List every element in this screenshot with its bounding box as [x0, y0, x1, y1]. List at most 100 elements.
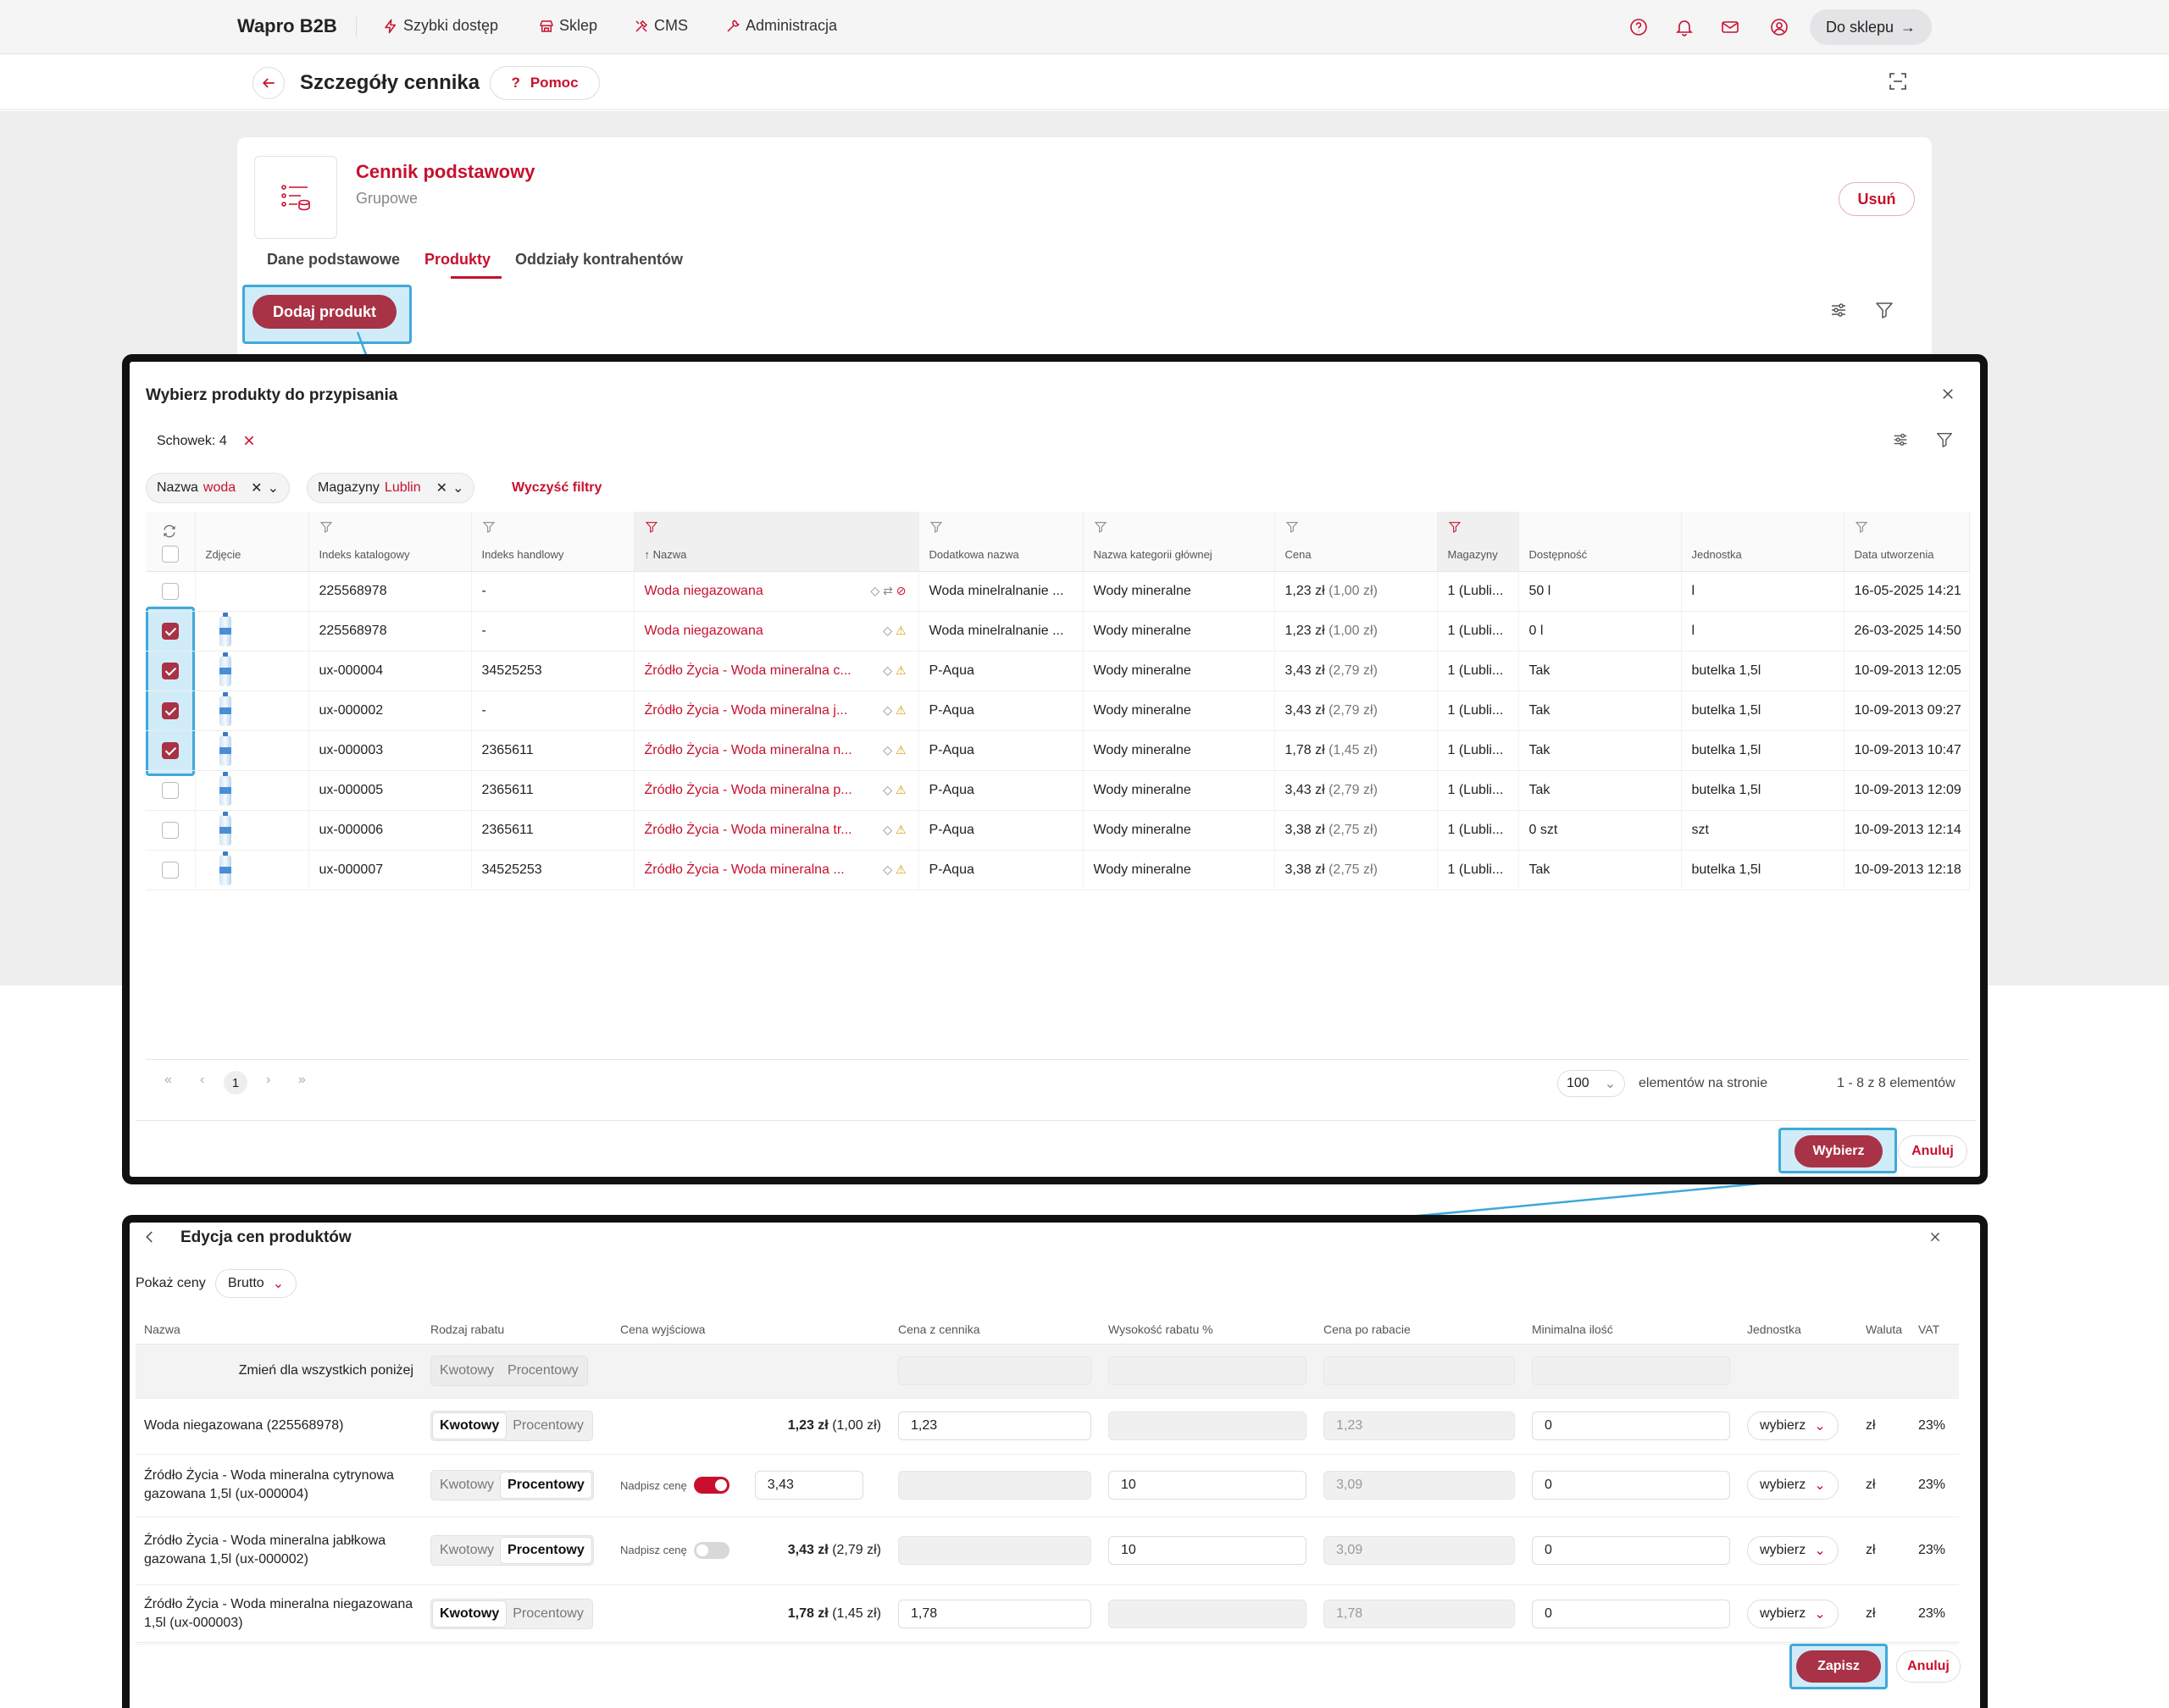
- show-prices-select[interactable]: Brutto ⌄: [215, 1269, 297, 1298]
- row-action-icons[interactable]: ◇ ⚠: [883, 743, 906, 757]
- remove-filter-icon[interactable]: ✕: [251, 480, 262, 496]
- help-button[interactable]: ? Pomoc: [490, 66, 600, 100]
- user-icon[interactable]: [1769, 17, 1789, 37]
- filter-chip-stores[interactable]: Magazyny Lublin ✕ ⌄: [307, 473, 475, 503]
- chevron-down-icon[interactable]: ⌄: [452, 480, 463, 496]
- row-action-icons[interactable]: ◇ ⚠: [883, 663, 906, 678]
- next-page-button[interactable]: ›: [266, 1073, 270, 1088]
- min-quantity-input[interactable]: 0: [1532, 1536, 1730, 1565]
- filter-icon[interactable]: [482, 520, 496, 534]
- stores-cell[interactable]: 1 (Lubli...: [1437, 770, 1519, 811]
- col-catalog-index[interactable]: Indeks katalogowy: [308, 512, 472, 572]
- product-name-link[interactable]: Woda niegazowana: [645, 624, 763, 638]
- row-checkbox[interactable]: [161, 821, 179, 839]
- seg-amount[interactable]: Kwotowy: [433, 1601, 507, 1627]
- back-button[interactable]: [252, 67, 285, 99]
- seg-percent[interactable]: Procentowy: [501, 1358, 585, 1384]
- settings-sliders-icon[interactable]: [1891, 430, 1910, 449]
- category-cell[interactable]: Wody mineralne: [1083, 651, 1275, 691]
- category-cell[interactable]: Wody mineralne: [1083, 810, 1275, 851]
- filter-icon[interactable]: [1935, 430, 1954, 449]
- tag-icon[interactable]: ◇: [883, 823, 892, 836]
- prev-page-button[interactable]: ‹: [200, 1073, 204, 1088]
- row-checkbox[interactable]: [161, 702, 179, 719]
- unit-select[interactable]: wybierz ⌄: [1747, 1600, 1839, 1628]
- table-row[interactable]: ux-000003 2365611 ◇ ⚠ Źródło Życia - Woda m…: [146, 730, 1970, 771]
- row-checkbox[interactable]: [161, 662, 179, 679]
- fullscreen-icon[interactable]: [1888, 71, 1908, 92]
- discount-type-toggle[interactable]: Kwotowy Procentowy: [430, 1535, 594, 1566]
- tag-icon[interactable]: ◇: [883, 703, 892, 717]
- close-icon[interactable]: [1928, 1230, 1942, 1244]
- list-price-input[interactable]: 1,78: [898, 1600, 1091, 1628]
- filter-icon[interactable]: [1874, 300, 1894, 320]
- col-stores[interactable]: Magazyny: [1437, 512, 1519, 572]
- discount-type-toggle[interactable]: Kwotowy Procentowy: [430, 1599, 593, 1629]
- product-name-link[interactable]: Źródło Życia - Woda mineralna ...: [645, 862, 845, 877]
- category-cell[interactable]: Wody mineralne: [1083, 770, 1275, 811]
- seg-amount[interactable]: Kwotowy: [433, 1358, 501, 1384]
- tag-icon[interactable]: ◇: [883, 624, 892, 637]
- close-icon[interactable]: [1940, 386, 1955, 402]
- discount-percent-input[interactable]: 10: [1108, 1536, 1306, 1565]
- page-size-select[interactable]: 100 ⌄: [1557, 1070, 1625, 1097]
- list-price-input[interactable]: 1,23: [898, 1411, 1091, 1440]
- min-quantity-input[interactable]: 0: [1532, 1600, 1730, 1628]
- nav-item-shop[interactable]: Sklep: [539, 17, 597, 35]
- stores-cell[interactable]: 1 (Lubli...: [1437, 611, 1519, 652]
- stores-cell[interactable]: 1 (Lubli...: [1437, 571, 1519, 612]
- cancel-button[interactable]: Anuluj: [1898, 1135, 1967, 1167]
- row-checkbox[interactable]: [161, 781, 179, 799]
- save-button[interactable]: Zapisz: [1796, 1650, 1881, 1683]
- discount-percent-input[interactable]: [1108, 1600, 1306, 1628]
- row-action-icons[interactable]: ◇ ⚠: [883, 862, 906, 877]
- warning-list-icon[interactable]: ⚠: [896, 823, 907, 836]
- back-icon[interactable]: [142, 1229, 158, 1245]
- row-action-icons[interactable]: ◇ ⚠: [883, 823, 906, 837]
- row-checkbox[interactable]: [161, 582, 179, 600]
- swap-icon[interactable]: ⇄: [883, 584, 893, 597]
- help-circle-icon[interactable]: [1628, 17, 1649, 37]
- nav-item-administration[interactable]: Administracja: [725, 17, 837, 35]
- last-page-button[interactable]: »: [298, 1073, 306, 1088]
- filter-icon[interactable]: [1094, 520, 1107, 534]
- clear-filters-link[interactable]: Wyczyść filtry: [512, 480, 602, 496]
- col-main-category[interactable]: Nazwa kategorii głównej: [1083, 512, 1275, 572]
- unit-select[interactable]: wybierz ⌄: [1747, 1411, 1839, 1440]
- mail-icon[interactable]: [1720, 17, 1740, 37]
- seg-percent[interactable]: Procentowy: [501, 1472, 591, 1498]
- table-row[interactable]: ux-000006 2365611 ◇ ⚠ Źródło Życia - Woda m…: [146, 810, 1970, 851]
- warning-list-icon[interactable]: ⚠: [896, 663, 907, 677]
- discount-percent-input[interactable]: [1108, 1411, 1306, 1440]
- unit-select[interactable]: wybierz ⌄: [1747, 1471, 1839, 1500]
- col-availability[interactable]: Dostępność: [1518, 512, 1682, 572]
- table-row[interactable]: ux-000004 34525253 ◇ ⚠ Źródło Życia - Woda …: [146, 651, 1970, 691]
- seg-percent[interactable]: Procentowy: [506, 1413, 591, 1439]
- seg-amount[interactable]: Kwotowy: [433, 1538, 501, 1563]
- clear-clipboard-icon[interactable]: [242, 434, 256, 447]
- col-unit[interactable]: Jednostka: [1681, 512, 1844, 572]
- refresh-icon[interactable]: [162, 524, 177, 539]
- row-action-icons[interactable]: ◇ ⇄ ⊘: [870, 584, 906, 598]
- filter-icon[interactable]: [1855, 520, 1868, 534]
- table-row[interactable]: ux-000005 2365611 ◇ ⚠ Źródło Życia - Woda m…: [146, 770, 1970, 811]
- list-price-input[interactable]: [898, 1536, 1091, 1565]
- filter-icon[interactable]: [1285, 520, 1299, 534]
- seg-amount[interactable]: Kwotowy: [433, 1472, 501, 1498]
- min-quantity-all-input[interactable]: [1532, 1356, 1730, 1385]
- nav-item-quick-access[interactable]: Szybki dostęp: [383, 17, 498, 35]
- row-action-icons[interactable]: ◇ ⚠: [883, 624, 906, 638]
- col-name[interactable]: ↑ Nazwa: [634, 512, 919, 572]
- product-name-link[interactable]: Źródło Życia - Woda mineralna tr...: [645, 823, 852, 837]
- tab-products[interactable]: Produkty: [424, 251, 491, 269]
- blocked-icon[interactable]: ⊘: [896, 584, 907, 597]
- filter-active-icon[interactable]: [645, 520, 658, 534]
- list-price-all-input[interactable]: [898, 1356, 1091, 1385]
- tag-icon[interactable]: ◇: [883, 663, 892, 677]
- table-row[interactable]: 225568978- ◇ ⚠ Woda niegazowana Woda minelr…: [146, 611, 1970, 652]
- base-price-input[interactable]: 3,43: [754, 1471, 863, 1500]
- override-price-toggle[interactable]: [693, 1542, 729, 1559]
- tab-basic-data[interactable]: Dane podstawowe: [267, 251, 400, 269]
- table-row[interactable]: ux-000002- ◇ ⚠ Źródło Życia - Woda mineral…: [146, 690, 1970, 731]
- discount-type-toggle[interactable]: Kwotowy Procentowy: [430, 1411, 593, 1441]
